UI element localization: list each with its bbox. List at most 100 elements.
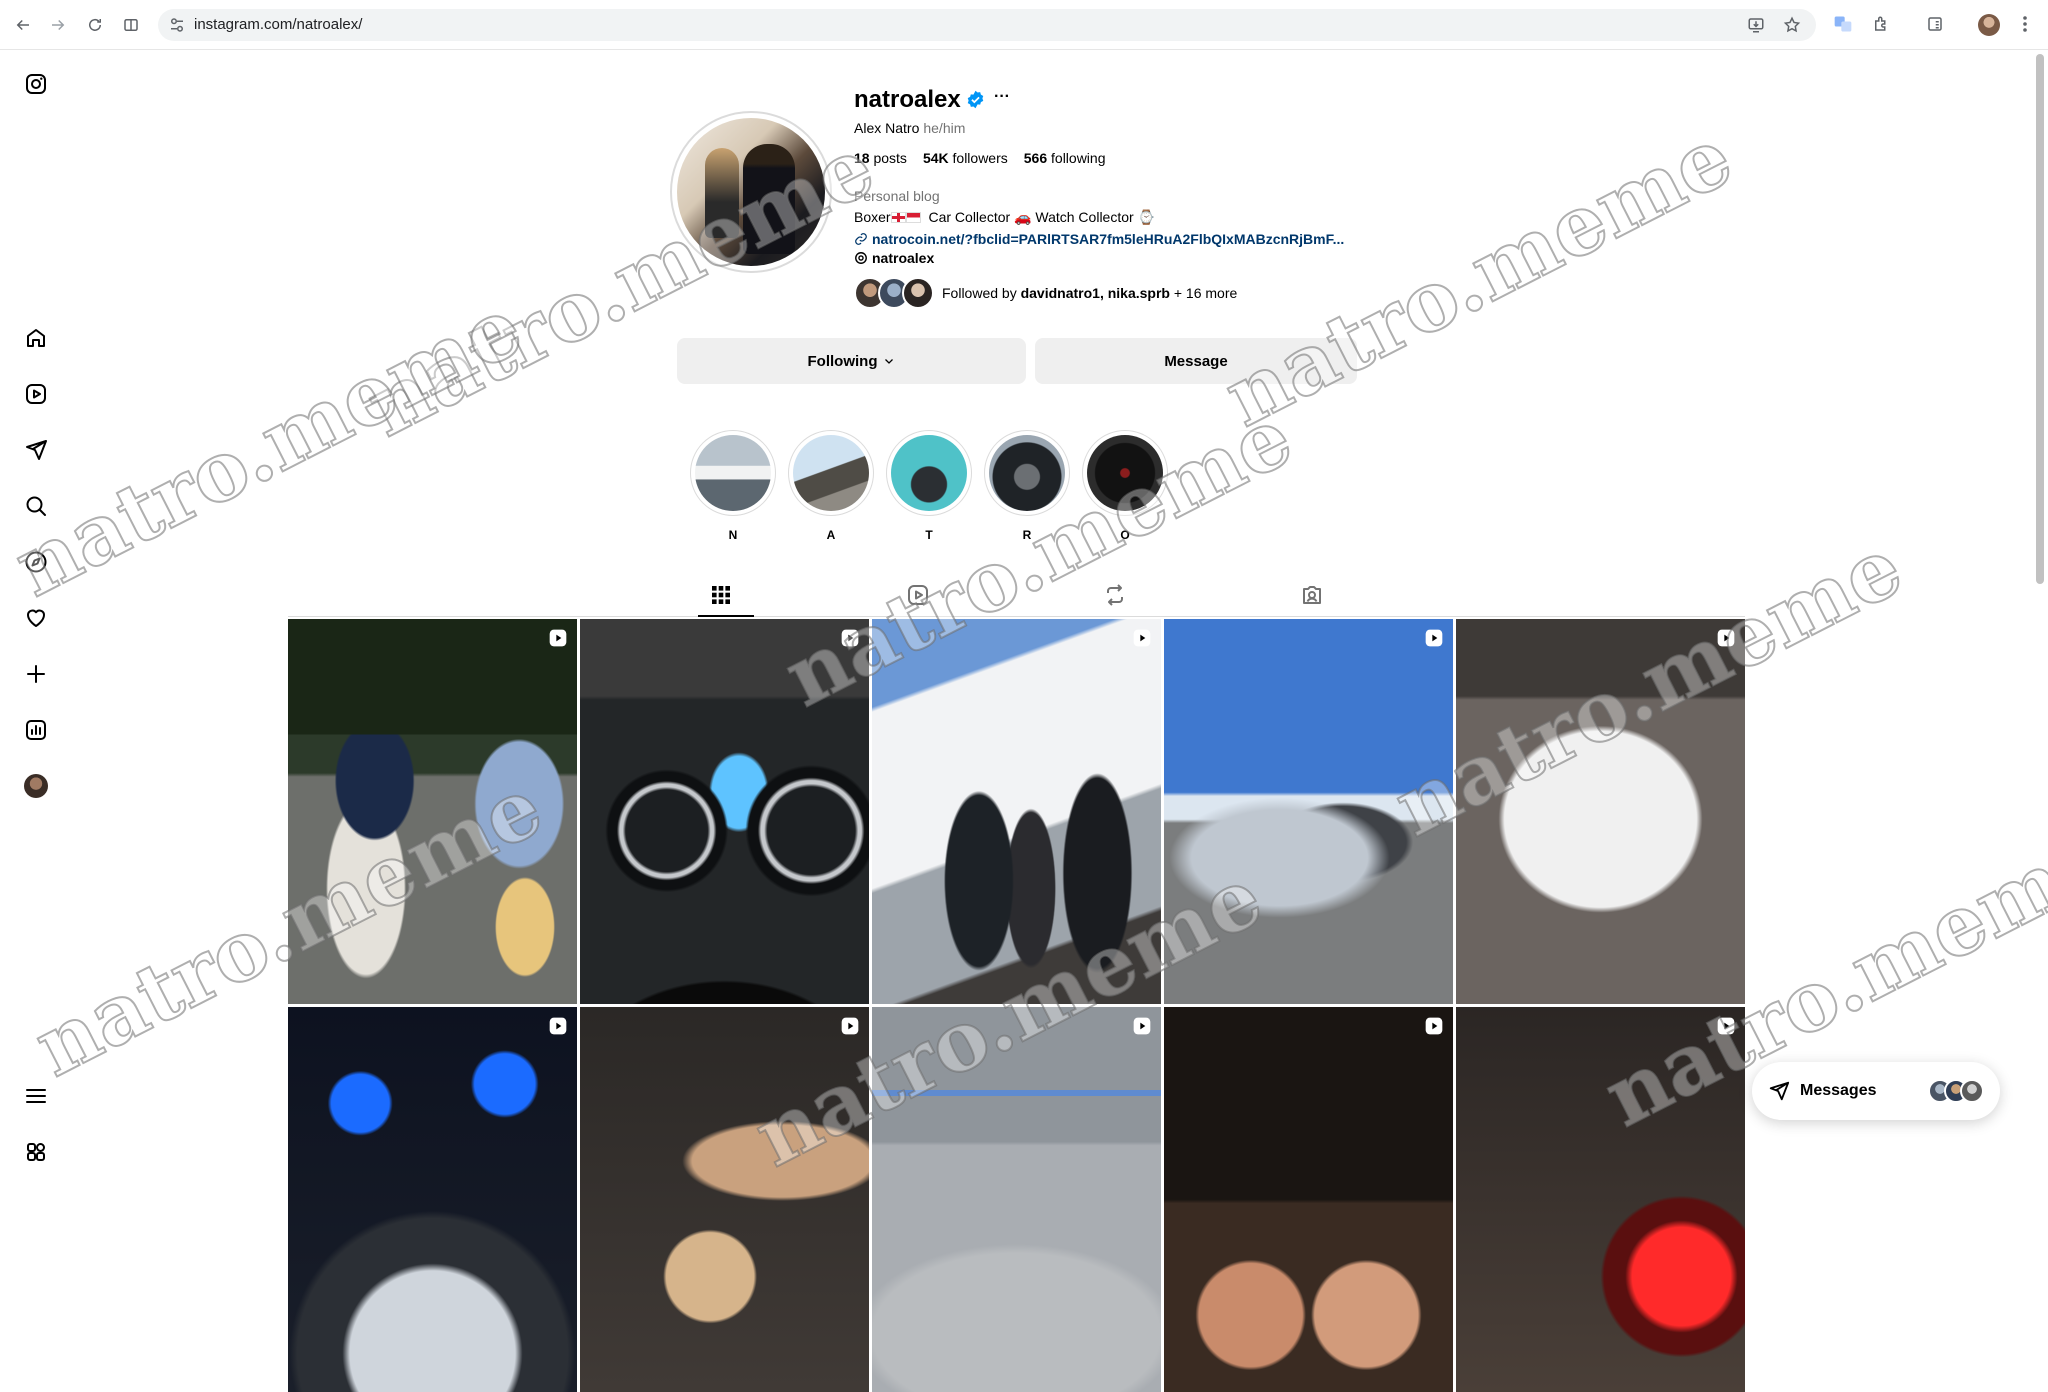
direct-icon[interactable] (22, 436, 50, 464)
followers-stat[interactable]: 54K followers (923, 150, 1008, 166)
menu-kebab-icon[interactable] (2014, 13, 2036, 35)
followed-by-text: Followed by davidnatro1, nika.sprb + 16 … (942, 285, 1237, 301)
profile-stats: 18 posts 54K followers 566 following (854, 150, 1106, 166)
reels-tab-icon (908, 585, 928, 605)
link-icon (855, 233, 867, 245)
follower-avatar (902, 277, 934, 309)
grid-post[interactable] (1164, 1007, 1453, 1392)
highlight-label: A (826, 528, 836, 542)
following-button[interactable]: Following (677, 338, 1026, 384)
profile-options-icon[interactable]: ··· (994, 88, 1010, 106)
pronouns-text: he/him (923, 120, 966, 136)
extensions-icon[interactable] (1870, 13, 1892, 35)
highlight-cover (989, 435, 1065, 511)
home-icon[interactable] (22, 324, 50, 352)
profile-avatar[interactable] (22, 772, 50, 800)
indonesia-flag-icon (905, 212, 921, 223)
site-settings-icon[interactable] (168, 16, 186, 34)
url-text[interactable]: instagram.com/natroalex/ (194, 16, 362, 33)
highlight-item[interactable]: T (886, 430, 972, 542)
verified-badge-icon (967, 90, 984, 109)
reels-icon[interactable] (22, 380, 50, 408)
grid-post[interactable] (288, 1007, 577, 1392)
grid-post[interactable] (288, 619, 577, 1004)
georgia-flag-icon (890, 212, 906, 223)
message-button[interactable]: Message (1035, 338, 1357, 384)
highlight-label: N (728, 528, 738, 542)
bookmark-star-icon[interactable] (1782, 15, 1802, 35)
highlight-cover (793, 435, 869, 511)
reel-badge-icon (1133, 1017, 1151, 1035)
grid-post[interactable] (1456, 1007, 1745, 1392)
create-plus-icon[interactable] (22, 660, 50, 688)
forward-arrow-icon[interactable] (45, 12, 71, 38)
bio-boxer: Boxer (854, 209, 891, 225)
reel-badge-icon (1425, 1017, 1443, 1035)
highlight-cover (891, 435, 967, 511)
bio-car-collector: Car Collector (928, 209, 1011, 225)
reposts-tab[interactable] (1100, 580, 1130, 610)
more-menu-icon[interactable] (22, 1082, 50, 1110)
tagged-tab[interactable] (1297, 580, 1327, 610)
profile-link[interactable]: natrocoin.net/?fbclid=PARlRTSAR7fm5leHRu… (854, 231, 1344, 247)
instagram-logo-icon[interactable] (22, 70, 50, 98)
profile-link-text[interactable]: natrocoin.net/?fbclid=PARlRTSAR7fm5leHRu… (872, 231, 1344, 247)
address-bar[interactable]: instagram.com/natroalex/ (158, 9, 1816, 41)
explore-icon[interactable] (22, 548, 50, 576)
reel-badge-icon (841, 629, 859, 647)
grid-post[interactable] (1456, 619, 1745, 1004)
split-view-icon[interactable] (118, 12, 144, 38)
highlight-label: O (1120, 528, 1130, 542)
followed-by-names: davidnatro1, nika.sprb (1020, 285, 1170, 301)
following-stat[interactable]: 566 following (1024, 150, 1106, 166)
page-scrollbar[interactable] (2036, 54, 2044, 584)
grid-post[interactable] (872, 619, 1161, 1004)
grid-post[interactable] (580, 1007, 869, 1392)
grid-post[interactable] (872, 1007, 1161, 1392)
search-icon[interactable] (22, 492, 50, 520)
browser-profile-avatar[interactable] (1978, 14, 2000, 36)
notifications-heart-icon[interactable] (22, 604, 50, 632)
grid-icon (712, 586, 730, 604)
reel-badge-icon (1425, 629, 1443, 647)
reel-badge-icon (1717, 1017, 1735, 1035)
messages-avatars (1928, 1079, 1984, 1103)
grid-post[interactable] (580, 619, 869, 1004)
highlight-cover (1087, 435, 1163, 511)
install-app-icon[interactable] (1746, 15, 1766, 35)
reading-list-icon[interactable] (1924, 13, 1946, 35)
followed-by-more: + 16 more (1173, 285, 1238, 301)
reload-icon[interactable] (82, 12, 108, 38)
followed-by[interactable]: Followed by davidnatro1, nika.sprb + 16 … (854, 277, 1237, 309)
message-avatar (1960, 1079, 1984, 1103)
profile-avatar-image (24, 774, 48, 798)
threads-link[interactable]: natroalex (854, 250, 934, 266)
profile-category: Personal blog (854, 188, 940, 204)
profile-full-name: Alex Natro he/him (854, 120, 965, 136)
dashboard-icon[interactable] (22, 716, 50, 744)
profile-picture-image (677, 118, 825, 266)
watermark: natro.meme (0, 278, 538, 617)
posts-grid-tab[interactable] (706, 580, 736, 610)
highlight-item[interactable]: N (690, 430, 776, 542)
profile-picture[interactable] (670, 111, 832, 273)
messages-button[interactable]: Messages (1752, 1062, 2000, 1120)
back-arrow-icon[interactable] (10, 12, 36, 38)
translate-icon[interactable] (1832, 13, 1854, 35)
meta-apps-icon[interactable] (22, 1138, 50, 1166)
posts-label: posts (873, 150, 907, 166)
highlight-cover (695, 435, 771, 511)
posts-count: 18 (854, 150, 870, 166)
highlight-item[interactable]: O (1082, 430, 1168, 542)
reels-tab[interactable] (903, 580, 933, 610)
watermark: natro.meme (1209, 108, 1748, 447)
highlight-item[interactable]: A (788, 430, 874, 542)
following-count: 566 (1023, 150, 1048, 166)
grid-post[interactable] (1164, 619, 1453, 1004)
highlight-item[interactable]: R (984, 430, 1070, 542)
posts-grid (288, 619, 1745, 1392)
threads-handle[interactable]: natroalex (872, 250, 934, 266)
tagged-icon (1303, 586, 1321, 604)
reel-badge-icon (1133, 629, 1151, 647)
reel-badge-icon (549, 1017, 567, 1035)
